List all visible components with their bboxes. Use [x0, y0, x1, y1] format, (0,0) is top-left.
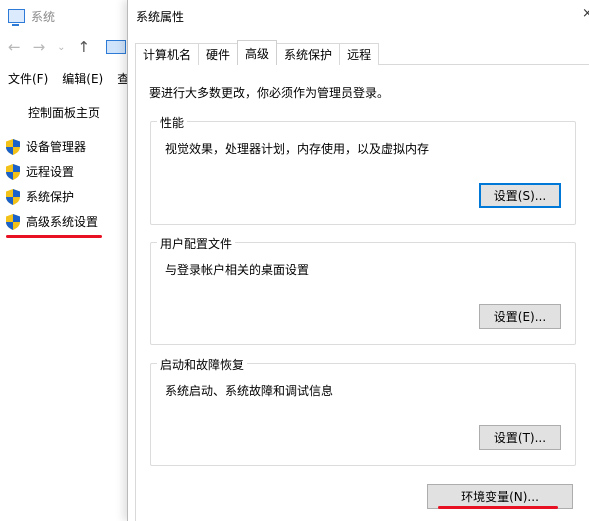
dialog-title: 系统属性	[136, 10, 185, 24]
highlight-underline	[6, 235, 102, 238]
startup-recovery-settings-button[interactable]: 设置(T)...	[479, 425, 561, 450]
sidebar-item-remote-settings[interactable]: 远程设置	[6, 163, 74, 180]
computer-location-icon	[106, 40, 127, 54]
tab-computer-name[interactable]: 计算机名	[135, 43, 200, 65]
sidebar-item-system-protection[interactable]: 系统保护	[6, 188, 74, 205]
system-properties-dialog: 系统属性 × 计算机名 硬件 高级 系统保护 远程 要进行大多数更改，你必须作为…	[127, 0, 589, 521]
sidebar-item-label: 设备管理器	[26, 140, 87, 154]
user-profiles-description: 与登录帐户相关的桌面设置	[165, 263, 310, 277]
environment-variables-highlight	[438, 506, 558, 509]
system-window-icon	[8, 9, 25, 26]
menu-bar: 文件(F) 编辑(E) 查	[8, 70, 129, 87]
user-profiles-group: 用户配置文件 与登录帐户相关的桌面设置 设置(E)...	[150, 235, 576, 345]
tab-advanced[interactable]: 高级	[237, 40, 278, 65]
performance-group-label: 性能	[157, 114, 188, 131]
uac-shield-icon	[6, 188, 20, 205]
tab-remote[interactable]: 远程	[339, 43, 380, 65]
sidebar-item-label: 系统保护	[26, 190, 75, 204]
admin-notice: 要进行大多数更改，你必须作为管理员登录。	[149, 86, 390, 100]
sidebar-item-advanced-system-settings[interactable]: 高级系统设置	[6, 213, 98, 230]
tab-strip: 计算机名 硬件 高级 系统保护 远程	[135, 40, 380, 65]
sidebar-item-label: 高级系统设置	[26, 215, 99, 229]
system-window-titlebar: 系统	[8, 7, 56, 26]
system-window: 系统 ← → ⌄ ↑ 文件(F) 编辑(E) 查 控制面板主页 设备管理器 远程…	[0, 0, 130, 521]
close-icon[interactable]: ×	[582, 6, 589, 21]
tab-system-protection[interactable]: 系统保护	[276, 43, 341, 65]
startup-recovery-group-label: 启动和故障恢复	[157, 356, 248, 373]
uac-shield-icon	[6, 163, 20, 180]
uac-shield-icon	[6, 213, 20, 230]
screen: 系统 ← → ⌄ ↑ 文件(F) 编辑(E) 查 控制面板主页 设备管理器 远程…	[0, 0, 589, 521]
startup-recovery-group: 启动和故障恢复 系统启动、系统故障和调试信息 设置(T)...	[150, 356, 576, 466]
startup-recovery-description: 系统启动、系统故障和调试信息	[165, 384, 334, 398]
up-arrow-icon[interactable]: ↑	[78, 38, 91, 56]
control-panel-home-link[interactable]: 控制面板主页	[28, 104, 100, 121]
menu-file[interactable]: 文件(F)	[8, 70, 48, 87]
tab-hardware[interactable]: 硬件	[198, 43, 239, 65]
sidebar-item-device-manager[interactable]: 设备管理器	[6, 138, 86, 155]
back-arrow-icon[interactable]: ←	[8, 38, 21, 56]
user-profiles-settings-button[interactable]: 设置(E)...	[479, 304, 561, 329]
performance-description: 视觉效果，处理器计划，内存使用，以及虚拟内存	[165, 142, 430, 156]
performance-settings-button[interactable]: 设置(S)...	[479, 183, 561, 208]
sidebar-item-label: 远程设置	[26, 165, 75, 179]
navigation-bar: ← → ⌄ ↑	[8, 38, 127, 56]
forward-arrow-icon[interactable]: →	[33, 38, 46, 56]
system-window-title: 系统	[31, 9, 56, 24]
uac-shield-icon	[6, 138, 20, 155]
menu-edit[interactable]: 编辑(E)	[62, 70, 103, 87]
user-profiles-group-label: 用户配置文件	[157, 235, 236, 252]
performance-group: 性能 视觉效果，处理器计划，内存使用，以及虚拟内存 设置(S)...	[150, 114, 576, 225]
recent-dropdown-icon[interactable]: ⌄	[57, 42, 65, 53]
